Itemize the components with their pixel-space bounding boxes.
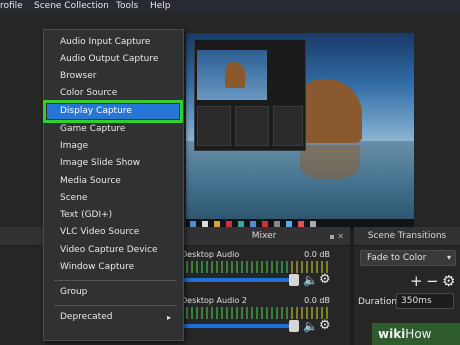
menu-item-browser[interactable]: Browser	[60, 69, 179, 84]
nested-obs-window	[194, 39, 306, 151]
menu-item-display-capture[interactable]: Display Capture	[43, 100, 183, 123]
menu-item-text-gdi[interactable]: Text (GDI+)	[60, 208, 179, 223]
add-transition-button[interactable]: +	[410, 272, 423, 290]
gear-icon[interactable]: ⚙	[442, 272, 455, 290]
chevron-down-icon: ▾	[446, 253, 451, 262]
channel-db: 0.0 dB	[304, 296, 330, 305]
menu-help[interactable]: Help	[150, 0, 171, 12]
menu-item-deprecated[interactable]: Deprecated ▸	[60, 310, 179, 325]
channel-db: 0.0 dB	[304, 250, 330, 259]
transition-select-value: Fade to Color	[367, 253, 427, 263]
menu-scene-collection[interactable]: Scene Collection	[34, 0, 109, 12]
watermark-how: How	[405, 327, 432, 341]
mixer-channel-desktop-audio-2: Desktop Audio 2 0.0 dB 🔈 ⚙	[181, 296, 350, 340]
volume-slider[interactable]	[181, 278, 293, 282]
menu-item-media-source[interactable]: Media Source	[60, 174, 179, 189]
menu-item-game-capture[interactable]: Game Capture	[60, 122, 179, 137]
scene-transitions-title: Scene Transitions	[354, 227, 460, 246]
menu-bar: rofile Scene Collection Tools Help	[0, 0, 460, 13]
gear-icon[interactable]: ⚙	[319, 272, 331, 287]
volume-meter	[181, 307, 331, 319]
menu-item-deprecated-label: Deprecated	[60, 312, 113, 322]
menu-item-vlc-video-source[interactable]: VLC Video Source	[60, 225, 179, 240]
chevron-right-icon: ▸	[166, 313, 171, 322]
menu-separator	[54, 305, 177, 306]
nested-panel	[273, 106, 303, 146]
duration-input[interactable]: 350ms	[396, 293, 454, 309]
menu-item-group[interactable]: Group	[60, 285, 179, 300]
volume-slider[interactable]	[181, 324, 293, 328]
gear-icon[interactable]: ⚙	[319, 318, 331, 333]
channel-label: Desktop Audio 2	[181, 296, 247, 305]
preview-canvas[interactable]	[186, 33, 414, 229]
add-source-menu: Audio Input Capture Audio Output Capture…	[43, 29, 184, 341]
remove-transition-button[interactable]: −	[426, 272, 439, 290]
nested-panel	[235, 106, 269, 146]
menu-item-audio-input-capture[interactable]: Audio Input Capture	[60, 35, 179, 50]
channel-label: Desktop Audio	[181, 250, 240, 259]
nested-rock	[225, 62, 245, 88]
menu-item-scene[interactable]: Scene	[60, 191, 179, 206]
speaker-icon[interactable]: 🔈	[303, 273, 318, 287]
mixer-channel-desktop-audio: Desktop Audio 0.0 dB 🔈 ⚙	[181, 250, 350, 294]
volume-meter	[181, 261, 331, 273]
duration-label: Duration	[358, 297, 398, 307]
speaker-icon[interactable]: 🔈	[303, 319, 318, 333]
mixer-body: Desktop Audio 0.0 dB 🔈 ⚙ Desktop Audio 2…	[178, 246, 350, 345]
menu-tools[interactable]: Tools	[116, 0, 138, 12]
menu-item-video-capture-device[interactable]: Video Capture Device	[60, 243, 179, 258]
menu-item-image-slide-show[interactable]: Image Slide Show	[60, 156, 179, 171]
float-icon[interactable]: ▪ ✕	[329, 232, 344, 241]
menu-profile[interactable]: rofile	[0, 0, 23, 12]
watermark-wiki: wiki	[378, 327, 406, 341]
volume-slider-handle[interactable]	[289, 274, 299, 286]
nested-panel	[197, 106, 231, 146]
mixer-dock: Mixer ▪ ✕ Desktop Audio 0.0 dB 🔈 ⚙ Deskt…	[178, 227, 350, 345]
transition-select[interactable]: Fade to Color ▾	[360, 250, 456, 266]
preview-rock-reflection	[300, 145, 360, 179]
menu-item-image[interactable]: Image	[60, 139, 179, 154]
mixer-title: Mixer	[178, 227, 350, 246]
menu-item-window-capture[interactable]: Window Capture	[60, 260, 179, 275]
menu-item-audio-output-capture[interactable]: Audio Output Capture	[60, 52, 179, 67]
menu-separator	[54, 280, 177, 281]
volume-slider-handle[interactable]	[289, 320, 299, 332]
menu-item-color-source[interactable]: Color Source	[60, 86, 179, 101]
watermark: wikiHow	[372, 323, 460, 345]
